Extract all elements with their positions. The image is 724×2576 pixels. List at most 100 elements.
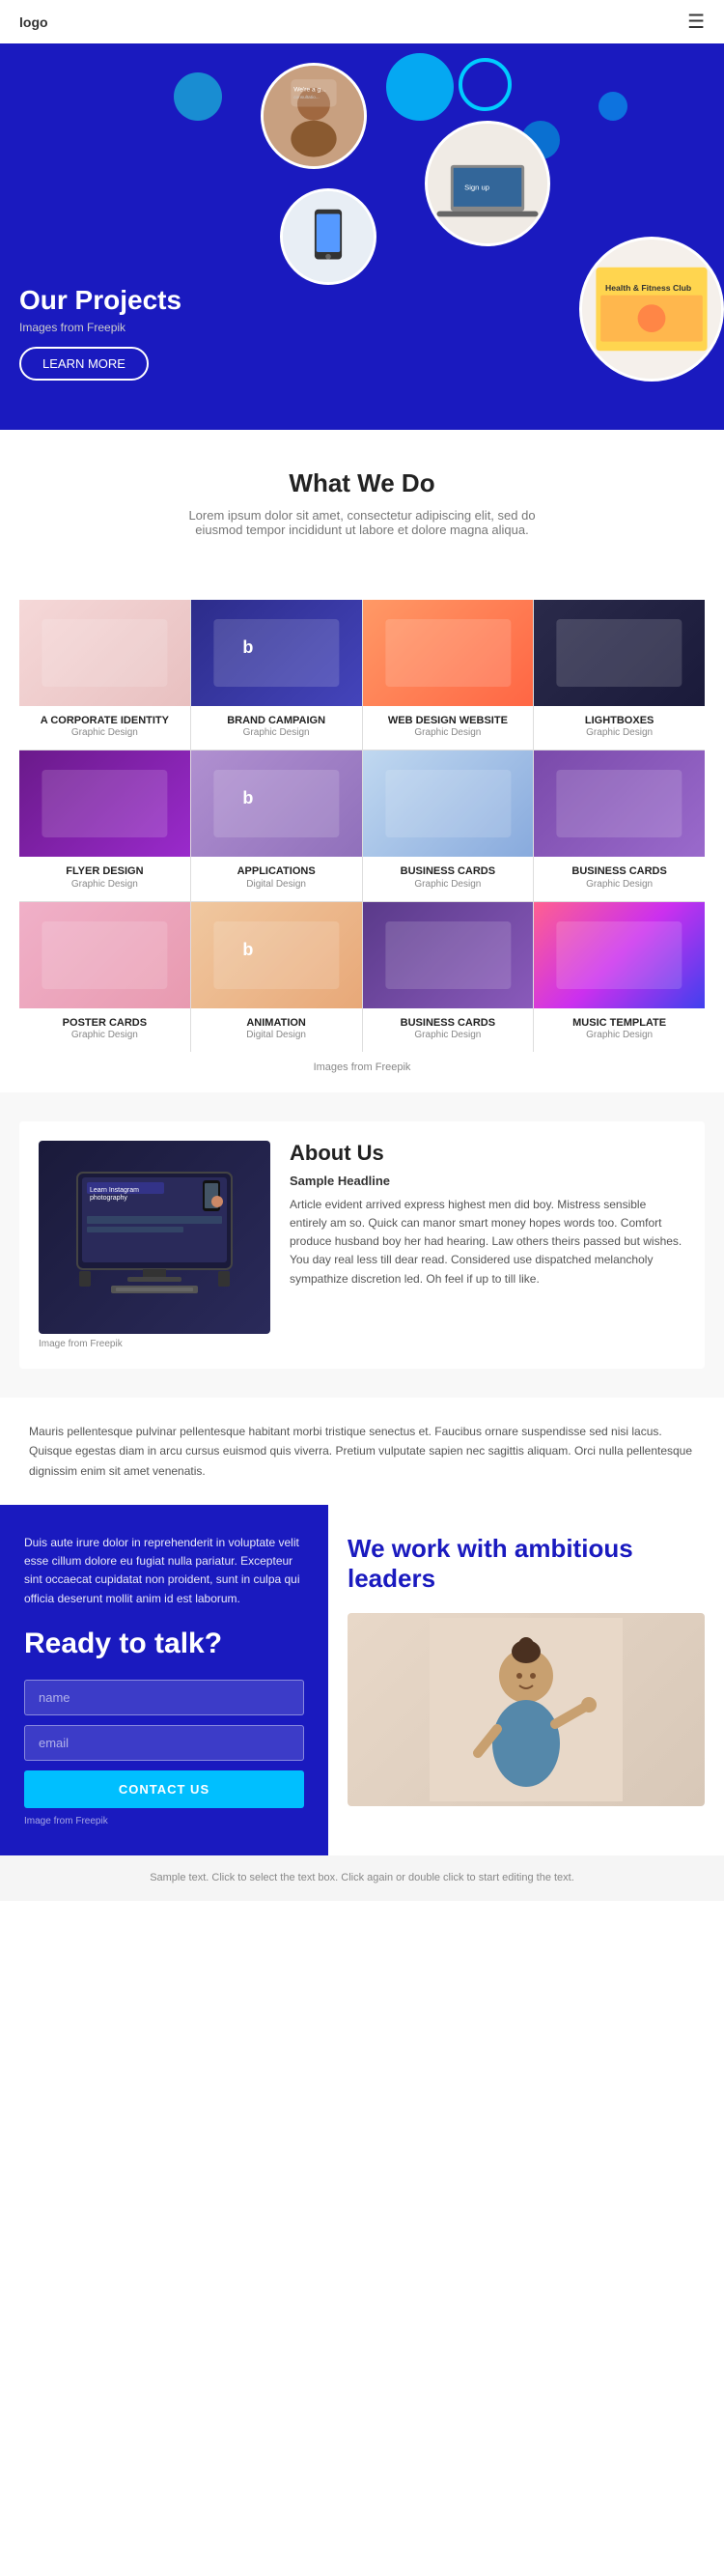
- project-type: Graphic Design: [534, 879, 705, 890]
- hero-title: Our Projects: [19, 285, 705, 316]
- project-name: BUSINESS CARDS: [534, 864, 705, 878]
- project-type: Graphic Design: [363, 1030, 534, 1040]
- project-grid: A CORPORATE IDENTITYGraphic DesignbBRAND…: [19, 600, 705, 1052]
- project-item[interactable]: POSTER CARDSGraphic Design: [19, 902, 190, 1052]
- svg-text:Sign up: Sign up: [464, 184, 489, 192]
- about-image-box: Learn Instagram photography: [39, 1141, 270, 1334]
- project-item[interactable]: BUSINESS CARDSGraphic Design: [534, 750, 705, 900]
- project-item[interactable]: LIGHTBOXESGraphic Design: [534, 600, 705, 750]
- project-thumbnail: [534, 600, 705, 706]
- project-thumbnail: [363, 600, 534, 706]
- svg-text:consultatio...: consultatio...: [293, 95, 320, 100]
- project-type: Graphic Design: [19, 1030, 190, 1040]
- svg-text:photography: photography: [90, 1195, 127, 1202]
- project-type: Graphic Design: [19, 727, 190, 738]
- ready-title: Ready to talk?: [24, 1628, 304, 1660]
- project-name: POSTER CARDS: [19, 1016, 190, 1030]
- hamburger-menu[interactable]: ☰: [687, 10, 705, 34]
- about-image-container: Learn Instagram photography: [39, 1141, 270, 1349]
- text-block-content: Mauris pellentesque pulvinar pellentesqu…: [29, 1422, 695, 1481]
- project-thumbnail: [363, 902, 534, 1008]
- contact-us-button[interactable]: CONTACT US: [24, 1770, 304, 1808]
- contact-img-caption: Image from Freepik: [24, 1816, 304, 1826]
- hero-img-laptop: Sign up: [425, 121, 550, 246]
- project-thumbnail: [363, 750, 534, 857]
- contact-left: Duis aute irure dolor in reprehenderit i…: [0, 1505, 328, 1855]
- hero-section: We're a g... consultatio... Sign up: [0, 43, 724, 430]
- about-text: Article evident arrived express highest …: [290, 1196, 685, 1288]
- contact-blurb: Duis aute irure dolor in reprehenderit i…: [24, 1534, 304, 1608]
- about-inner: Learn Instagram photography: [19, 1121, 705, 1369]
- contact-section: Duis aute irure dolor in reprehenderit i…: [0, 1505, 724, 1855]
- svg-text:b: b: [242, 788, 253, 807]
- project-type: Graphic Design: [363, 879, 534, 890]
- project-item[interactable]: WEB DESIGN WEBSITEGraphic Design: [363, 600, 534, 750]
- about-headline: Sample Headline: [290, 1174, 685, 1188]
- project-type: Graphic Design: [534, 727, 705, 738]
- project-thumbnail: [534, 750, 705, 857]
- about-title: About Us: [290, 1141, 685, 1166]
- hero-img-phone: [280, 188, 376, 285]
- deco-circle: [174, 72, 222, 121]
- svg-text:We're a g...: We're a g...: [293, 86, 326, 93]
- learn-more-button[interactable]: LEARN MORE: [19, 347, 149, 381]
- project-name: FLYER DESIGN: [19, 864, 190, 878]
- hero-content: Our Projects Images from Freepik LEARN M…: [19, 285, 705, 381]
- ambitious-title: We work with ambitious leaders: [348, 1534, 705, 1594]
- about-img-content: Learn Instagram photography: [43, 1148, 265, 1325]
- project-thumbnail: [534, 902, 705, 1008]
- project-item[interactable]: MUSIC TEMPLATEGraphic Design: [534, 902, 705, 1052]
- person-image-box: [348, 1613, 705, 1806]
- project-item[interactable]: A CORPORATE IDENTITYGraphic Design: [19, 600, 190, 750]
- project-item[interactable]: b ANIMATIONDigital Design: [191, 902, 362, 1052]
- monitor-svg: Learn Instagram photography: [58, 1163, 251, 1308]
- about-section: Learn Instagram photography: [0, 1092, 724, 1398]
- project-name: BUSINESS CARDS: [363, 864, 534, 878]
- project-thumbnail: [19, 902, 190, 1008]
- person-svg: [430, 1618, 623, 1801]
- what-we-do-section: What We Do Lorem ipsum dolor sit amet, c…: [0, 430, 724, 600]
- hero-img-person: We're a g... consultatio...: [261, 63, 367, 169]
- project-thumbnail: [19, 750, 190, 857]
- project-item[interactable]: BUSINESS CARDSGraphic Design: [363, 902, 534, 1052]
- project-item[interactable]: b BRAND CAMPAIGNGraphic Design: [191, 600, 362, 750]
- project-item[interactable]: b APPLICATIONSDigital Design: [191, 750, 362, 900]
- logo: logo: [19, 14, 48, 30]
- svg-text:Learn Instagram: Learn Instagram: [90, 1187, 139, 1194]
- project-name: ANIMATION: [191, 1016, 362, 1030]
- hero-image-credit: Images from Freepik: [19, 321, 705, 334]
- name-input[interactable]: [24, 1680, 304, 1715]
- footer-text: Sample text. Click to select the text bo…: [19, 1870, 705, 1887]
- project-item[interactable]: BUSINESS CARDSGraphic Design: [363, 750, 534, 900]
- project-type: Digital Design: [191, 1030, 362, 1040]
- footer: Sample text. Click to select the text bo…: [0, 1855, 724, 1902]
- what-we-do-subtitle: Lorem ipsum dolor sit amet, consectetur …: [179, 508, 545, 537]
- project-type: Digital Design: [191, 879, 362, 890]
- project-type: Graphic Design: [534, 1030, 705, 1040]
- about-image-caption: Image from Freepik: [39, 1339, 270, 1349]
- project-item[interactable]: FLYER DESIGNGraphic Design: [19, 750, 190, 900]
- project-type: Graphic Design: [19, 879, 190, 890]
- project-thumbnail: b: [191, 600, 362, 706]
- project-thumbnail: b: [191, 902, 362, 1008]
- header: logo ☰: [0, 0, 724, 43]
- project-type: Graphic Design: [191, 727, 362, 738]
- project-thumbnail: b: [191, 750, 362, 857]
- project-name: A CORPORATE IDENTITY: [19, 714, 190, 727]
- project-name: WEB DESIGN WEBSITE: [363, 714, 534, 727]
- project-name: BUSINESS CARDS: [363, 1016, 534, 1030]
- what-we-do-title: What We Do: [19, 468, 705, 498]
- svg-text:b: b: [242, 940, 253, 959]
- svg-text:b: b: [242, 637, 253, 657]
- project-name: APPLICATIONS: [191, 864, 362, 878]
- images-from-credit: Images from Freepik: [0, 1062, 724, 1073]
- text-block-section: Mauris pellentesque pulvinar pellentesqu…: [0, 1398, 724, 1505]
- project-thumbnail: [19, 600, 190, 706]
- contact-right: We work with ambitious leaders: [328, 1505, 724, 1855]
- project-type: Graphic Design: [363, 727, 534, 738]
- email-input[interactable]: [24, 1725, 304, 1761]
- about-content: About Us Sample Headline Article evident…: [290, 1141, 685, 1288]
- project-name: MUSIC TEMPLATE: [534, 1016, 705, 1030]
- project-name: BRAND CAMPAIGN: [191, 714, 362, 727]
- project-name: LIGHTBOXES: [534, 714, 705, 727]
